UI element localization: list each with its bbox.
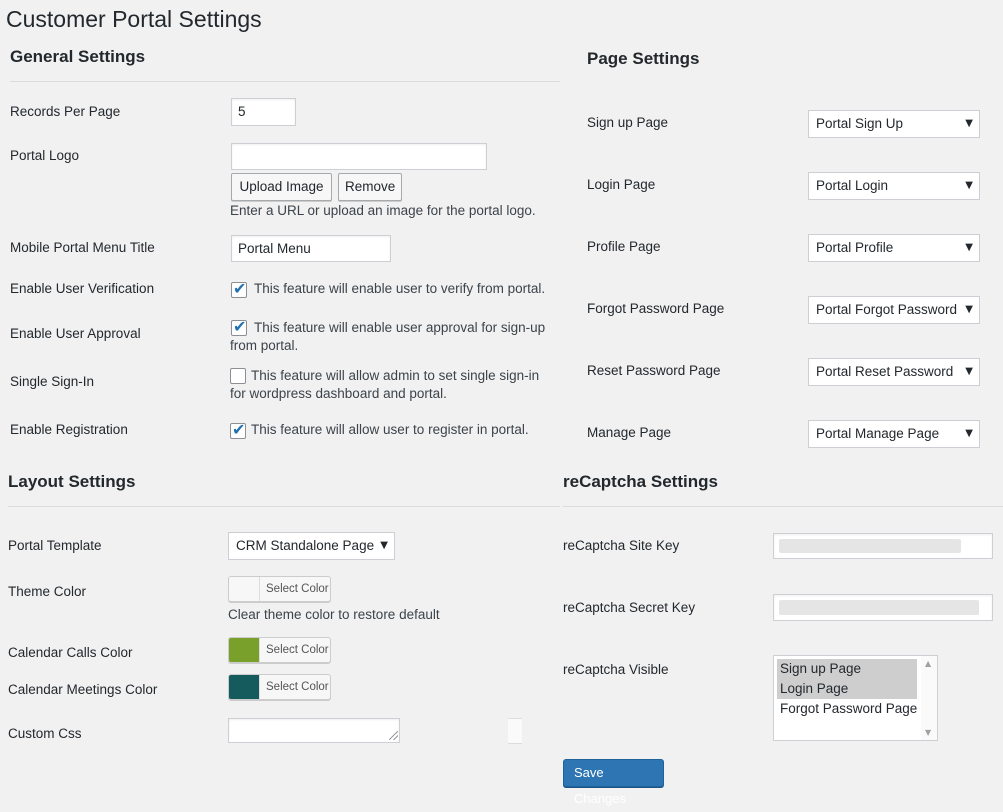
layout-settings-heading: Layout Settings [8,472,136,491]
caret-down-icon: ▼ [965,366,973,377]
caret-down-icon: ▼ [965,118,973,129]
caret-down-icon: ▼ [965,304,973,315]
portal-logo-input[interactable] [231,143,487,170]
color-swatch [229,577,260,601]
user-approval-checkbox[interactable]: ✔ [231,317,247,336]
redacted-value [779,600,979,615]
portal-logo-help: Enter a URL or upload an image for the p… [230,203,536,218]
login-page-label: Login Page [587,177,656,192]
single-sign-in-label: Single Sign-In [10,374,95,389]
signup-page-select[interactable]: Portal Sign Up ▼ [808,110,980,138]
calendar-calls-color-picker[interactable]: Select Color [228,637,331,663]
recaptcha-visible-label: reCaptcha Visible [563,662,669,677]
reset-password-page-select[interactable]: Portal Reset Password ▼ [808,358,980,386]
checkmark-icon: ✔ [233,317,247,336]
list-item[interactable]: Login Page [777,679,917,699]
calendar-meetings-color-label: Calendar Meetings Color [8,682,158,697]
custom-css-textarea[interactable] [228,718,400,743]
general-settings-heading: General Settings [10,47,146,66]
page-title: Customer Portal Settings [6,6,262,32]
profile-page-label: Profile Page [587,239,661,254]
recaptcha-site-key-input[interactable] [773,533,993,559]
recaptcha-visible-listbox[interactable]: Sign up Page Login Page Forgot Password … [773,655,938,741]
user-verification-label: Enable User Verification [10,281,155,296]
color-swatch [229,638,260,662]
reset-password-page-label: Reset Password Page [587,363,721,378]
user-verification-checkbox[interactable]: ✔ [231,279,247,298]
calendar-meetings-color-picker[interactable]: Select Color [228,674,331,700]
recaptcha-secret-key-label: reCaptcha Secret Key [563,600,696,615]
manage-page-select[interactable]: Portal Manage Page ▼ [808,420,980,448]
mobile-menu-title-label: Mobile Portal Menu Title [10,240,155,255]
manage-page-label: Manage Page [587,425,672,440]
select-color-label: Select Color [266,644,329,656]
upload-image-button[interactable]: Upload Image [231,173,332,201]
theme-color-picker[interactable]: Select Color [228,576,331,602]
divider [563,506,1003,507]
reset-password-page-value: Portal Reset Password [816,364,954,379]
user-approval-label: Enable User Approval [10,326,141,341]
list-item[interactable]: Sign up Page [777,659,917,679]
user-verification-text: This feature will enable user to verify … [254,281,546,296]
login-page-select[interactable]: Portal Login ▼ [808,172,980,200]
recaptcha-secret-key-input[interactable] [773,594,993,621]
checkmark-icon: ✔ [232,420,246,439]
profile-page-select[interactable]: Portal Profile ▼ [808,234,980,262]
registration-text: This feature will allow user to register… [251,422,529,437]
divider [10,81,560,82]
mobile-menu-title-input[interactable]: Portal Menu [231,235,391,262]
scroll-stub [508,718,522,744]
recaptcha-settings-heading: reCaptcha Settings [563,472,718,491]
resize-handle-icon[interactable] [389,731,398,740]
login-page-value: Portal Login [816,178,889,193]
caret-down-icon: ▼ [380,540,388,551]
scrollbar[interactable]: ▲ ▼ [921,656,937,740]
forgot-password-page-value: Portal Forgot Password [816,302,958,317]
portal-template-value: CRM Standalone Page [236,538,375,553]
portal-template-select[interactable]: CRM Standalone Page ▼ [228,532,395,560]
select-color-label: Select Color [266,681,329,693]
calendar-calls-color-label: Calendar Calls Color [8,645,133,660]
scroll-up-icon[interactable]: ▲ [925,659,931,668]
records-per-page-input[interactable]: 5 [231,98,296,126]
records-per-page-label: Records Per Page [10,104,121,119]
registration-label: Enable Registration [10,422,128,437]
signup-page-value: Portal Sign Up [816,116,904,131]
custom-css-label: Custom Css [8,726,82,741]
single-sign-in-checkbox[interactable] [230,368,246,384]
checkmark-icon: ✔ [233,279,247,298]
user-approval-text-line2: from portal. [230,338,299,353]
single-sign-in-text-line2: for wordpress dashboard and portal. [230,386,447,401]
save-changes-button[interactable]: Save Changes [563,759,664,806]
recaptcha-site-key-label: reCaptcha Site Key [563,538,680,553]
profile-page-value: Portal Profile [816,240,894,255]
manage-page-value: Portal Manage Page [816,426,940,441]
single-sign-in-text-line1: This feature will allow admin to set sin… [251,368,540,383]
select-color-label: Select Color [266,583,329,595]
list-item[interactable]: Forgot Password Page [777,699,923,719]
theme-color-label: Theme Color [8,584,87,599]
remove-button[interactable]: Remove [338,173,402,201]
forgot-password-page-label: Forgot Password Page [587,301,725,316]
divider [8,506,560,507]
forgot-password-page-select[interactable]: Portal Forgot Password ▼ [808,296,980,324]
portal-logo-label: Portal Logo [10,148,80,163]
registration-checkbox[interactable]: ✔ [230,420,246,439]
scroll-down-icon[interactable]: ▼ [925,728,931,737]
theme-color-help: Clear theme color to restore default [228,607,440,622]
caret-down-icon: ▼ [965,180,973,191]
user-approval-text-line1: This feature will enable user approval f… [254,320,546,335]
caret-down-icon: ▼ [965,242,973,253]
redacted-value [779,539,961,553]
portal-template-label: Portal Template [8,538,102,553]
color-swatch [229,675,260,699]
signup-page-label: Sign up Page [587,115,669,130]
caret-down-icon: ▼ [965,428,973,439]
page-settings-heading: Page Settings [587,49,700,68]
